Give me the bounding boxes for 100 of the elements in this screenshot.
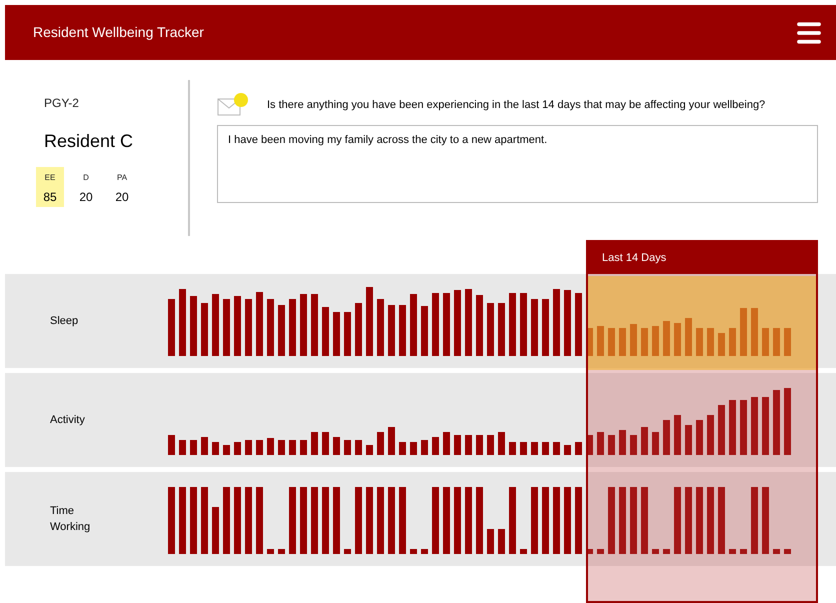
bar [212,294,219,356]
resident-name: Resident C [43,130,134,153]
bar [454,435,461,455]
bar [377,432,384,455]
bar [696,487,703,554]
bar [201,437,208,455]
bar [663,420,670,455]
bar [399,305,406,356]
bar [487,435,494,455]
bar [542,299,549,356]
bar [289,487,296,554]
bar [751,308,758,356]
bar [399,487,406,554]
bar [773,549,780,554]
bar [289,299,296,356]
bar [641,427,648,455]
bar [256,440,263,455]
bar [751,487,758,554]
bar [278,305,285,356]
bar [619,328,626,356]
bar [575,442,582,455]
bar [751,397,758,455]
bar [685,425,692,455]
bar [355,487,362,554]
bar [773,328,780,356]
bar [685,318,692,356]
bar [388,305,395,356]
bar [773,390,780,455]
bar [333,487,340,554]
bar [498,529,505,554]
bar [311,432,318,455]
bar [245,440,252,455]
bar [663,321,670,356]
bar [531,442,538,455]
bar [564,290,571,356]
bar [234,487,241,554]
bar [377,487,384,554]
bar [267,299,274,356]
bar [740,549,747,554]
bar [740,400,747,455]
bar [300,294,307,356]
bar [575,293,582,356]
bar [190,440,197,455]
bar [553,487,560,554]
bar [531,487,538,554]
bar [410,294,417,356]
answer-field[interactable]: I have been moving my family across the city to a new apartment. [217,125,818,203]
bar [597,549,604,554]
highlight-header: Last 14 Days [588,242,816,274]
bar [531,299,538,356]
bar [267,549,274,554]
bar [729,328,736,356]
bar [476,487,483,554]
bar [443,293,450,356]
app-title: Resident Wellbeing Tracker [33,23,204,42]
bar [509,293,516,356]
resident-level: PGY-2 [43,95,80,112]
bar [740,308,747,356]
bar [355,303,362,356]
bar [586,549,593,554]
bar [498,432,505,455]
bar [520,293,527,356]
bar [223,445,230,455]
bar [718,405,725,455]
bar [630,435,637,455]
bar [234,442,241,455]
bar [718,487,725,554]
bar [212,442,219,455]
bar [597,432,604,455]
bar [597,326,604,356]
bar [410,442,417,455]
bar [454,487,461,554]
bar [476,435,483,455]
bar [421,306,428,356]
bar [663,549,670,554]
bar [366,287,373,356]
bar [784,549,791,554]
bar [641,328,648,356]
bar [608,487,615,554]
bar [234,296,241,356]
bar [487,303,494,356]
bar [179,487,186,554]
bar [366,487,373,554]
score-label: D [83,172,89,184]
metric-label: Activity [50,412,86,428]
bar [201,303,208,356]
bar [707,415,714,455]
bar [487,529,494,554]
bar [190,296,197,356]
bar [707,328,714,356]
bar [223,487,230,554]
bar [685,487,692,554]
bar [278,549,285,554]
bar [696,328,703,356]
bar [344,440,351,455]
bar [520,549,527,554]
bar [696,420,703,455]
bar [168,487,175,554]
bar [168,299,175,356]
bar [465,487,472,554]
